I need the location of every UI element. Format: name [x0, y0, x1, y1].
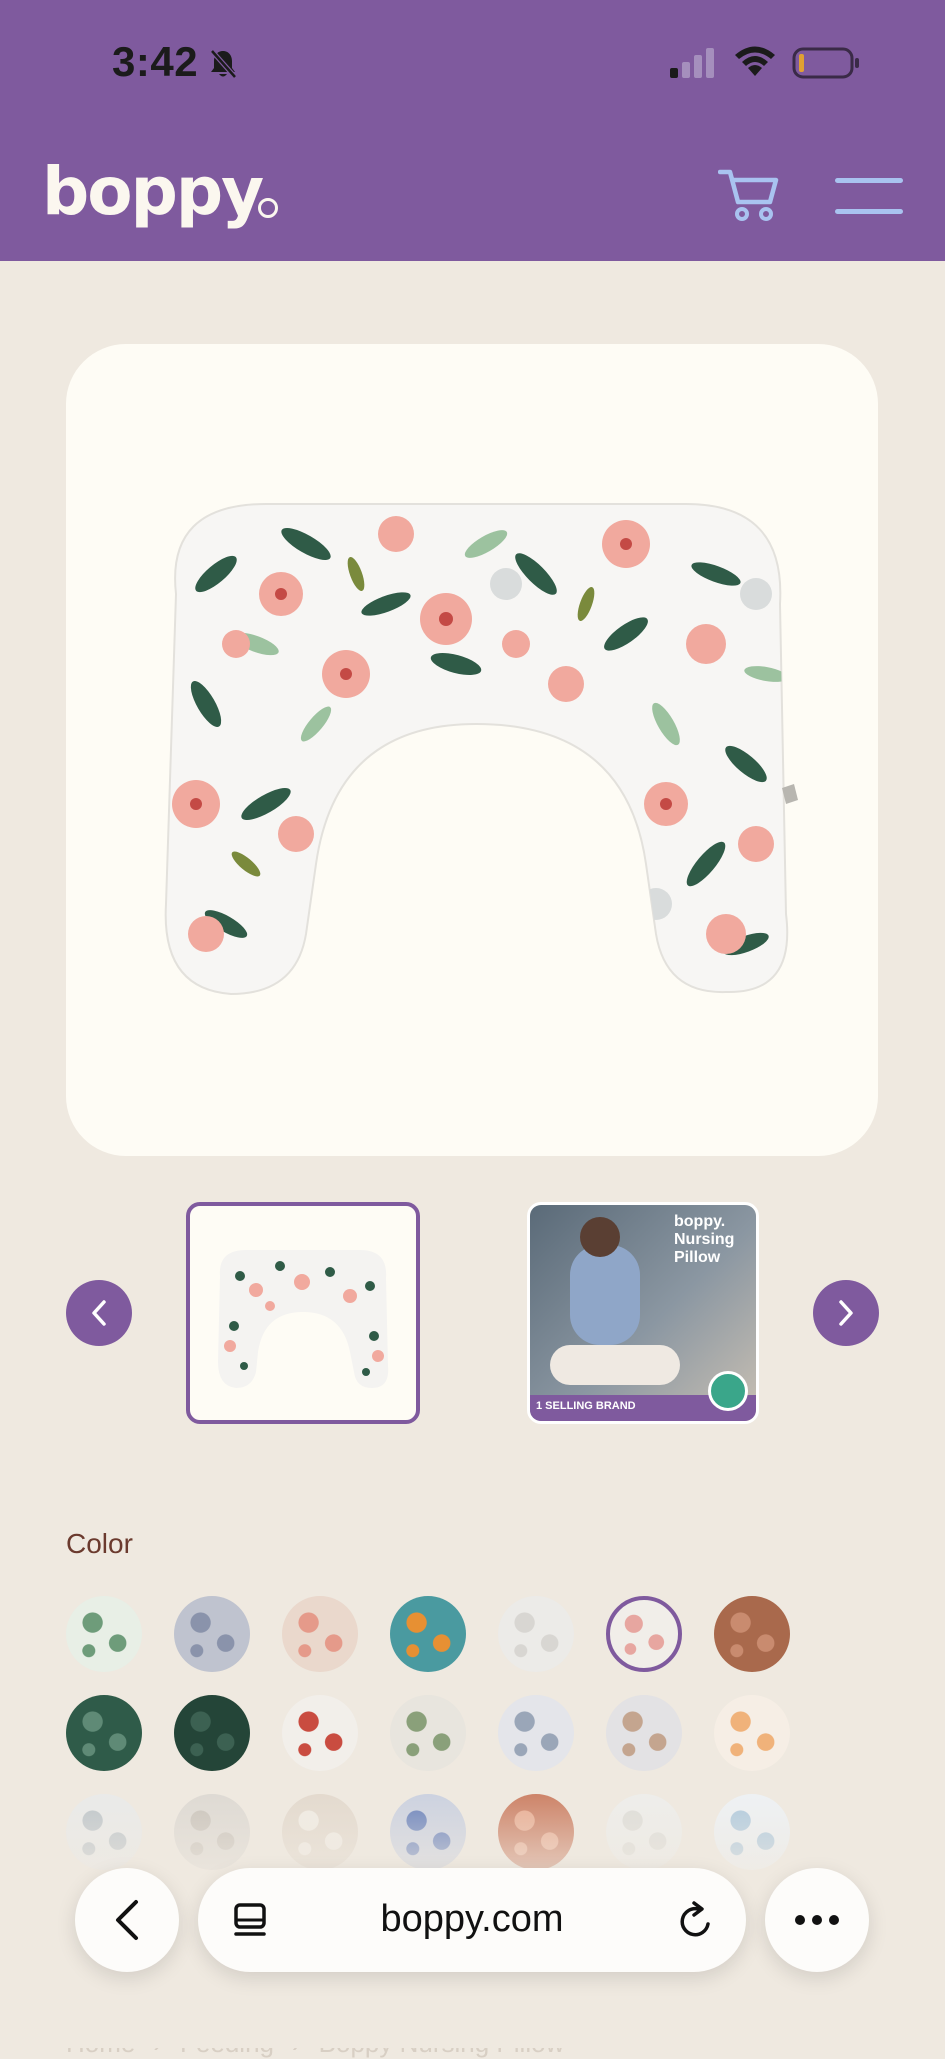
browser-back-button[interactable]: [75, 1868, 179, 1972]
thumbnail-title: Nursing Pillow: [674, 1231, 735, 1266]
color-swatch[interactable]: [282, 1794, 358, 1870]
color-swatch[interactable]: [174, 1794, 250, 1870]
thumbnail-next-button[interactable]: [813, 1280, 879, 1346]
color-swatch[interactable]: [282, 1596, 358, 1672]
color-swatch[interactable]: [498, 1695, 574, 1771]
color-swatch[interactable]: [714, 1596, 790, 1672]
breadcrumb-separator: ›: [292, 2028, 301, 2058]
cart-icon[interactable]: [718, 166, 780, 222]
thumbnail-badge-bar: 1 SELLING BRAND: [530, 1371, 756, 1421]
breadcrumb: Home › Feeding › Boppy Nursing Pillow: [66, 2028, 582, 2059]
thumbnail-badge: 1 SELLING BRAND: [536, 1400, 636, 1412]
color-swatch[interactable]: [606, 1695, 682, 1771]
product-main-image[interactable]: [66, 344, 878, 1156]
color-swatch[interactable]: [606, 1596, 682, 1672]
thumbnail-prev-button[interactable]: [66, 1280, 132, 1346]
color-swatch[interactable]: [282, 1695, 358, 1771]
mother-head: [580, 1217, 620, 1257]
more-dots-icon: [795, 1915, 839, 1925]
chevron-left-icon: [92, 1300, 106, 1326]
color-swatch[interactable]: [66, 1695, 142, 1771]
color-swatch[interactable]: [390, 1794, 466, 1870]
pillow-in-photo: [550, 1345, 680, 1385]
breadcrumb-item[interactable]: Home: [66, 2028, 135, 2058]
thumbnail-brand: boppy.: [674, 1213, 726, 1230]
nursing-pillow-image: [164, 503, 798, 996]
breadcrumb-item[interactable]: Boppy Nursing Pillow: [319, 2028, 565, 2058]
certified-badge-icon: [708, 1371, 748, 1411]
color-swatch[interactable]: [714, 1695, 790, 1771]
color-swatch[interactable]: [390, 1596, 466, 1672]
color-swatch[interactable]: [498, 1794, 574, 1870]
breadcrumb-separator: ›: [153, 2028, 163, 2058]
cellular-signal-icon: [670, 48, 714, 78]
color-swatch[interactable]: [390, 1695, 466, 1771]
browser-more-button[interactable]: [765, 1868, 869, 1972]
chevron-left-icon: [116, 1900, 138, 1940]
color-swatch[interactable]: [174, 1695, 250, 1771]
battery-icon: [792, 47, 859, 79]
thumbnail-lifestyle[interactable]: boppy. Nursing Pillow 1 SELLING BRAND: [527, 1202, 759, 1424]
url-text: boppy.com: [380, 1898, 564, 1940]
hamburger-menu-icon[interactable]: [835, 176, 903, 216]
chevron-right-icon: [839, 1300, 853, 1326]
logo-mark: [258, 198, 278, 218]
color-label: Color: [66, 1528, 133, 1559]
color-swatch[interactable]: [498, 1596, 574, 1672]
mother-figure: [570, 1245, 640, 1345]
wifi-icon: [735, 46, 775, 76]
color-swatch[interactable]: [174, 1596, 250, 1672]
color-swatch[interactable]: [606, 1794, 682, 1870]
reload-icon[interactable]: [676, 1900, 716, 1942]
color-swatch[interactable]: [66, 1596, 142, 1672]
boppy-logo[interactable]: boppy: [42, 153, 264, 230]
thumbnail-pillow[interactable]: [186, 1202, 420, 1424]
pillow-thumbnail-image: [218, 1250, 389, 1388]
color-swatch[interactable]: [66, 1794, 142, 1870]
silent-bell-icon: [210, 49, 237, 79]
status-bar: 3:42: [0, 0, 945, 128]
site-header: boppy: [0, 128, 945, 261]
status-time: 3:42: [112, 38, 199, 85]
color-swatch[interactable]: [714, 1794, 790, 1870]
breadcrumb-item[interactable]: Feeding: [180, 2028, 274, 2058]
browser-url-bar[interactable]: boppy.com: [198, 1868, 746, 1972]
